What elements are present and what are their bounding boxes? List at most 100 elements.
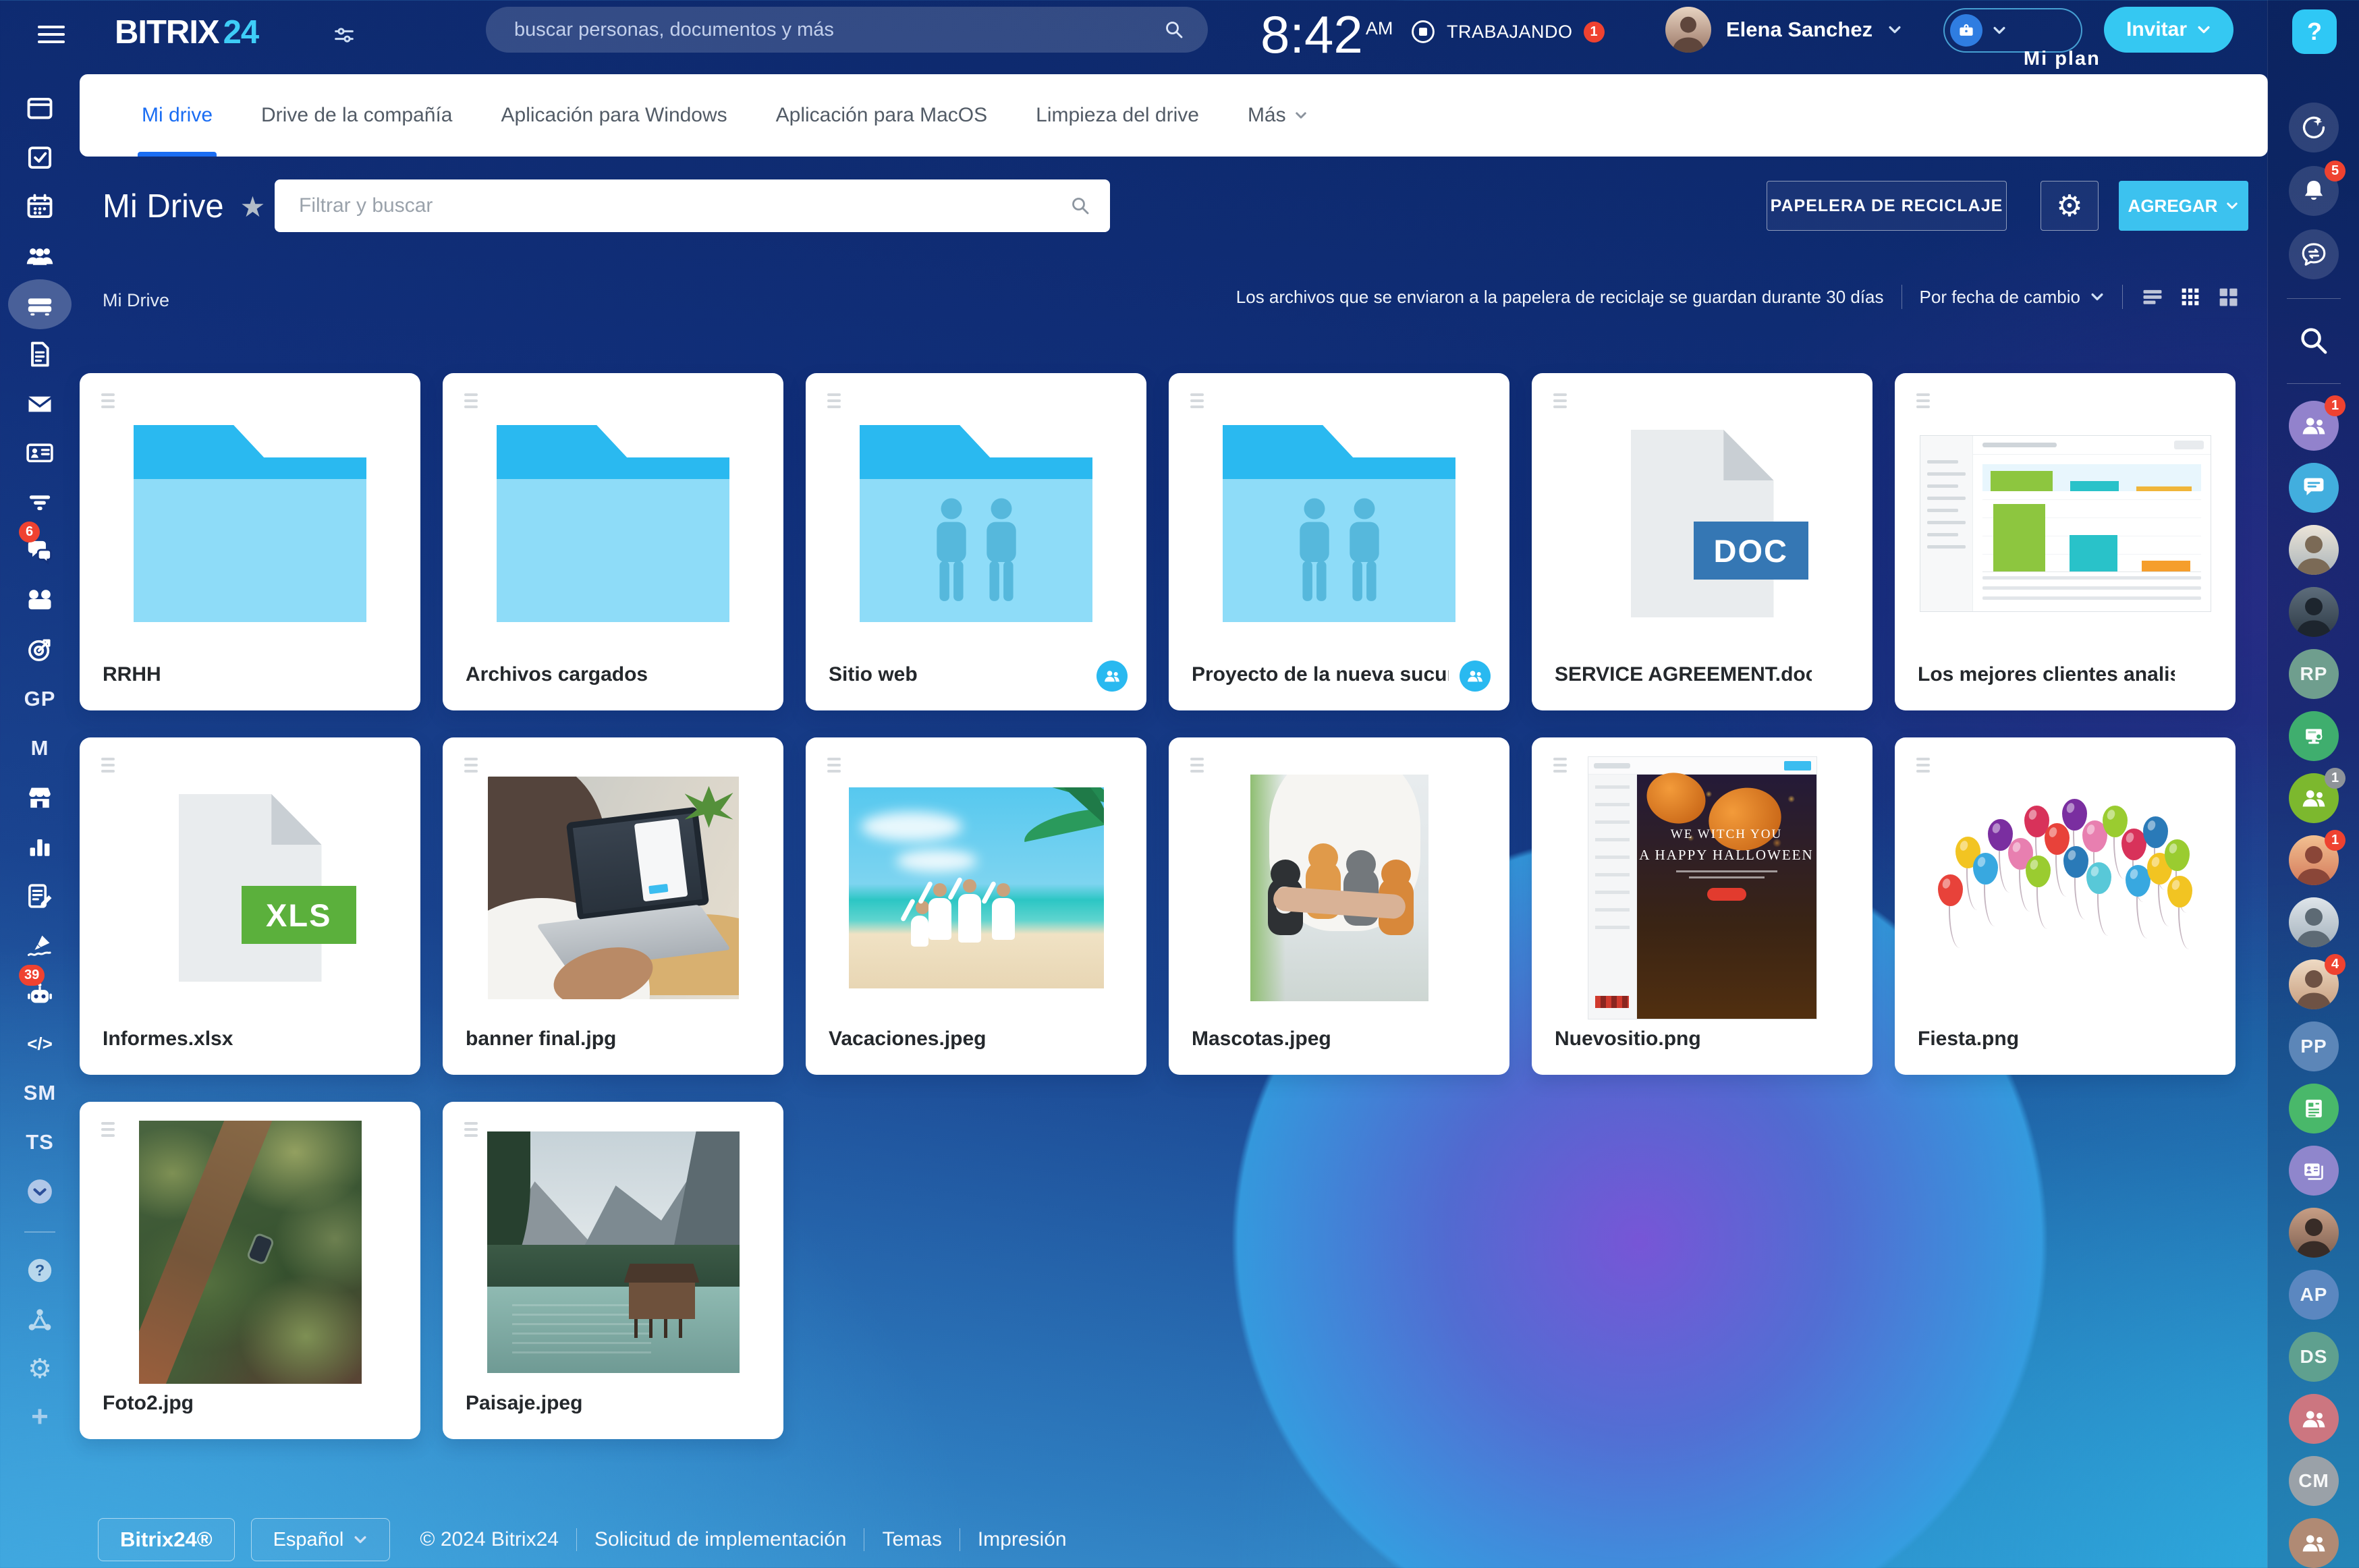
card-menu-icon[interactable] (1551, 755, 1570, 779)
file-card[interactable]: Foto2.jpg (80, 1102, 420, 1439)
recycle-bin-button[interactable]: PAPELERA DE RECICLAJE (1767, 181, 2007, 231)
rail-item-user-5[interactable]: 4 (2289, 959, 2339, 1009)
sidebar-item-live-feed[interactable] (0, 86, 80, 130)
favorite-star-icon[interactable]: ★ (240, 190, 266, 223)
sidebar-item-analytics[interactable] (0, 825, 80, 868)
sidebar-item-settings[interactable]: ⚙ (0, 1347, 80, 1391)
card-menu-icon[interactable] (1914, 391, 1933, 414)
footer-link-print[interactable]: Impresión (978, 1528, 1067, 1551)
rail-item-user-ds[interactable]: DS (2289, 1332, 2339, 1382)
rail-item-user-6[interactable] (2289, 1208, 2339, 1258)
rail-item-user-cm[interactable]: CM (2289, 1456, 2339, 1506)
view-tiles-icon[interactable] (2216, 285, 2240, 309)
file-card[interactable]: Los mejores clientes analisis.png (1895, 373, 2236, 710)
card-menu-icon[interactable] (462, 391, 480, 414)
global-search[interactable] (486, 7, 1208, 53)
rail-item-user-3[interactable]: 1 (2289, 835, 2339, 885)
sidebar-item-sm[interactable]: SM (0, 1071, 80, 1115)
card-menu-icon[interactable] (99, 755, 117, 779)
file-card[interactable]: XLS Informes.xlsx (80, 737, 420, 1075)
settings-button[interactable]: ⚙ (2041, 181, 2099, 231)
tab-more[interactable]: Más (1223, 74, 1332, 157)
add-button[interactable]: AGREGAR (2119, 181, 2248, 231)
bitrix24-logo[interactable]: BITRIX24 (115, 13, 258, 51)
card-menu-icon[interactable] (462, 755, 480, 779)
rail-item-user-2[interactable] (2289, 587, 2339, 637)
search-icon[interactable] (1163, 19, 1185, 40)
file-card[interactable]: RRHH (80, 373, 420, 710)
rail-item-user-rp[interactable]: RP (2289, 649, 2339, 699)
sidebar-item-crm[interactable] (0, 431, 80, 474)
footer-brand-button[interactable]: Bitrix24® (98, 1518, 235, 1561)
rail-item-notifications[interactable]: 5 (2289, 166, 2339, 216)
rail-item-copilot[interactable] (2289, 103, 2339, 152)
sidebar-item-market[interactable]: M (0, 727, 80, 770)
file-card[interactable]: Paisaje.jpeg (443, 1102, 783, 1439)
card-menu-icon[interactable] (99, 391, 117, 414)
rail-item-crm-chat[interactable] (2289, 1146, 2339, 1196)
file-card[interactable]: DOC SERVICE AGREEMENT.docx (1532, 373, 1872, 710)
file-card[interactable]: banner final.jpg (443, 737, 783, 1075)
rail-item-user-4[interactable] (2289, 897, 2339, 947)
quick-settings-icon[interactable] (332, 23, 356, 47)
sort-selector[interactable]: Por fecha de cambio (1920, 287, 2105, 308)
sidebar-item-store[interactable] (0, 776, 80, 819)
tab-macos-app[interactable]: Aplicación para MacOS (752, 74, 1011, 157)
sidebar-item-sales-intelligence[interactable] (0, 480, 80, 524)
rail-item-search[interactable] (2289, 316, 2339, 366)
sidebar-item-mail[interactable] (0, 382, 80, 425)
file-card[interactable]: Proyecto de la nueva sucursal (1169, 373, 1509, 710)
tab-drive-cleanup[interactable]: Limpieza del drive (1011, 74, 1223, 157)
card-menu-icon[interactable] (99, 1119, 117, 1143)
file-card[interactable]: Vacaciones.jpeg (806, 737, 1146, 1075)
card-menu-icon[interactable] (825, 391, 843, 414)
sidebar-item-goals[interactable] (0, 628, 80, 671)
rail-item-news-chat[interactable] (2289, 1084, 2339, 1133)
sidebar-item-employees[interactable] (0, 234, 80, 277)
avatar[interactable] (1665, 7, 1711, 53)
rail-item-team-chat[interactable]: 1 (2289, 773, 2339, 823)
tab-mi-drive[interactable]: Mi drive (117, 74, 237, 157)
card-menu-icon[interactable] (1914, 755, 1933, 779)
tab-windows-app[interactable]: Aplicación para Windows (477, 74, 752, 157)
rail-item-support-chat[interactable] (2289, 1518, 2339, 1568)
work-status[interactable]: TRABAJANDO 1 (1410, 19, 1605, 45)
language-selector[interactable]: Español (251, 1518, 391, 1561)
sidebar-item-documents[interactable] (0, 333, 80, 376)
my-plan-button[interactable]: Mi plan (1943, 8, 2082, 53)
sidebar-item-drive[interactable] (0, 283, 80, 327)
card-menu-icon[interactable] (462, 1119, 480, 1143)
file-card[interactable]: WE WITCH YOU A HAPPY HALLOWEEN Nuevositi… (1532, 737, 1872, 1075)
view-list-icon[interactable] (2140, 285, 2165, 309)
invite-button[interactable]: Invitar (2104, 7, 2233, 53)
file-card[interactable]: Fiesta.png (1895, 737, 2236, 1075)
tab-company-drive[interactable]: Drive de la compañía (237, 74, 476, 157)
footer-link-themes[interactable]: Temas (882, 1528, 941, 1551)
card-menu-icon[interactable] (1188, 755, 1206, 779)
sidebar-item-developer[interactable]: </> (0, 1022, 80, 1065)
rail-item-messenger-sync[interactable] (2289, 229, 2339, 279)
sidebar-item-tasks[interactable] (0, 136, 80, 179)
file-card[interactable]: Mascotas.jpeg (1169, 737, 1509, 1075)
rail-item-channel-chat[interactable] (2289, 463, 2339, 513)
view-grid-icon[interactable] (2178, 285, 2202, 309)
rail-item-group-chat[interactable]: 1 (2289, 401, 2339, 451)
user-menu[interactable]: Elena Sanchez (1665, 7, 1902, 53)
card-menu-icon[interactable] (1551, 391, 1570, 414)
sidebar-item-ts[interactable]: TS (0, 1121, 80, 1164)
sidebar-item-video-calls[interactable] (0, 579, 80, 622)
sidebar-item-forms[interactable] (0, 874, 80, 918)
rail-item-user-ap[interactable]: AP (2289, 1270, 2339, 1320)
footer-link-implementation[interactable]: Solicitud de implementación (594, 1528, 847, 1551)
clock[interactable]: 8:42AM (1260, 4, 1393, 65)
filter-search[interactable] (275, 179, 1110, 232)
global-search-input[interactable] (514, 19, 1163, 41)
sidebar-item-messenger[interactable]: 6 (0, 530, 80, 573)
sidebar-item-copilot[interactable]: 39 (0, 973, 80, 1016)
sidebar-item-e-sign[interactable] (0, 924, 80, 967)
card-menu-icon[interactable] (825, 755, 843, 779)
sidebar-item-gp[interactable]: GP (0, 677, 80, 721)
sidebar-item-support[interactable]: ? (0, 1249, 80, 1292)
rail-item-hr-chat[interactable] (2289, 1394, 2339, 1444)
rail-item-user-1[interactable] (2289, 525, 2339, 575)
